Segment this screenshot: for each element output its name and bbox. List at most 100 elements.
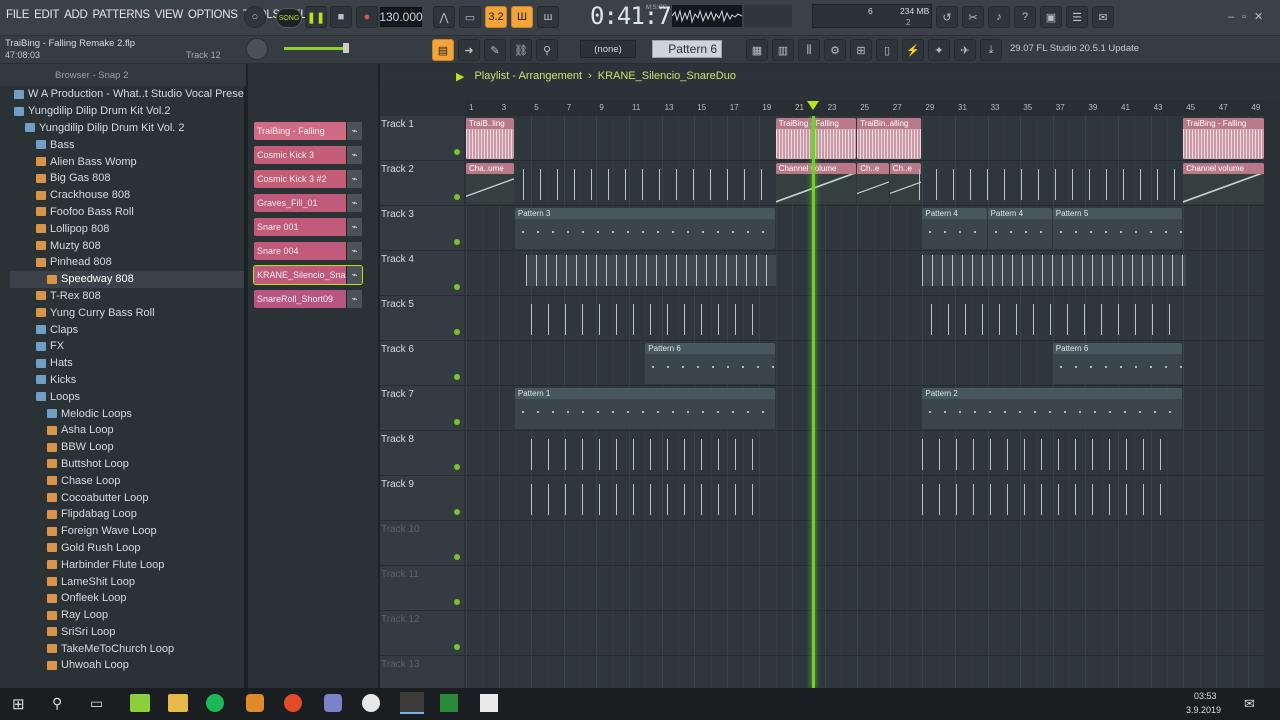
playlist-clip[interactable]: TraiB..ling [466,118,514,159]
undo-icon[interactable]: ↺ [936,6,958,28]
browser-file[interactable]: T-Rex 808 [10,288,244,305]
browser-file[interactable]: Cocoabutter Loop [10,489,244,506]
playlist-clip[interactable]: TraiBing - Falling [775,118,857,159]
file-explorer-icon[interactable] [168,694,188,712]
browser-file[interactable]: SriSri Loop [10,624,244,641]
drum-hits[interactable] [531,439,760,470]
metronome-icon[interactable]: ⋀ [433,6,455,28]
browser-file[interactable]: Foreign Wave Loop [10,523,244,540]
channel-item[interactable]: Snare 001 ⌁ [254,218,362,236]
track-header[interactable]: Track 4 [380,251,464,296]
window-controls[interactable]: –▫✕ [1228,10,1271,23]
download-icon[interactable]: ⤓ [980,39,1002,61]
waveform-icon[interactable]: ⌁ [346,218,362,236]
browser-file[interactable]: Ray Loop [10,607,244,624]
playlist-clip[interactable]: Channel volume [1183,163,1264,204]
fl-studio-task-icon[interactable] [400,692,424,714]
playhead-marker-icon[interactable] [806,101,819,110]
playlist-clip[interactable]: Pattern 6 [645,343,775,384]
drum-hits[interactable] [919,169,1184,200]
track-mute-led[interactable] [454,329,460,335]
track-header[interactable]: Track 9 [380,476,464,521]
channel-rack-icon[interactable]: ▥ [772,39,794,61]
waveform-icon[interactable]: ⌁ [346,194,362,212]
drum-hits[interactable] [531,304,768,335]
help-icon[interactable]: ? [1014,6,1036,28]
track-header[interactable]: Track 12 [380,611,464,656]
app-icon[interactable] [130,694,150,712]
track-mute-led[interactable] [454,239,460,245]
browser-folder[interactable]: Yungdilip Dilip Drum Kit Vol.2 [10,103,244,120]
camtasia-icon[interactable] [440,694,458,712]
recorder-icon[interactable] [480,694,498,712]
save-icon[interactable]: ▣ [1040,6,1062,28]
snap-selector[interactable]: (none) [580,40,636,58]
browser-file[interactable]: Pinhead 808 [10,254,244,271]
playlist-clip[interactable]: Pattern 6 [1052,343,1183,384]
menu-add[interactable]: ADD [64,9,88,21]
browser-file[interactable]: Gold Rush Loop [10,540,244,557]
track-header[interactable]: Track 5 [380,296,464,341]
mixer-window-icon[interactable]: ⫼ [798,39,820,61]
track-header[interactable]: Track 6 [380,341,464,386]
tutorial-icon[interactable]: ✈ [954,39,976,61]
browser-folder[interactable]: Yungdilip Dilip Drum Kit Vol. 2 [10,120,244,137]
play-icon[interactable]: ▶ [456,70,464,83]
chat-icon[interactable]: ✉ [1092,6,1114,28]
drum-hits[interactable] [531,484,760,515]
link-icon[interactable]: ⛓ [510,39,532,61]
browser-file[interactable]: Big Gas 808 [10,170,244,187]
notification-icon[interactable]: ✉ [1244,696,1255,712]
drum-hits[interactable] [922,484,1176,515]
drum-hits[interactable] [523,169,773,200]
loop-record-icon[interactable]: ш [537,6,559,28]
track-mute-led[interactable] [454,599,460,605]
browser-icon[interactable]: ⊞ [850,39,872,61]
playhead[interactable] [811,116,815,688]
slider-handle[interactable] [343,43,349,53]
waveform-icon[interactable]: ⌁ [346,266,362,284]
channel-item[interactable]: Snare 004 ⌁ [254,242,362,260]
task-view-icon[interactable]: ▭ [90,695,103,712]
tempo-display[interactable]: 130.000 [379,7,423,27]
track-mute-led[interactable] [454,284,460,290]
master-volume-knob[interactable] [246,38,268,60]
search-icon[interactable]: ⚲ [52,695,62,712]
browser-file[interactable]: Muzty 808 [10,237,244,254]
master-pitch-slider[interactable] [284,47,344,50]
playlist-clip[interactable]: Pattern 4 [922,208,987,249]
record-button[interactable]: ● [356,6,378,28]
menu-options[interactable]: OPTIONS [188,9,238,21]
file-icon[interactable]: ▯ [876,39,898,61]
pattern-selector[interactable]: Pattern 6 [652,40,722,58]
playlist-clip[interactable]: Pattern 1 [514,388,775,429]
menu-patterns[interactable]: PATTERNS [92,9,150,21]
browser-file[interactable]: Asha Loop [10,422,244,439]
browser-folder[interactable]: Hats [10,355,244,372]
playlist-icon[interactable]: ▤ [432,39,454,61]
playlist-clip[interactable]: Ch..e [889,163,922,204]
playlist-clip[interactable]: TraiBing - Falling [1183,118,1264,159]
plugin-icon[interactable]: ⚙ [824,39,846,61]
update-notice[interactable]: 29.07 FL Studio 20.5.1 Update [1010,43,1139,54]
browser-folder[interactable]: Claps [10,321,244,338]
spotify-icon[interactable] [206,694,224,712]
menu-file[interactable]: FILE [6,9,29,21]
waveform-icon[interactable]: ⌁ [346,170,362,188]
waveform-icon[interactable]: ⌁ [346,290,362,308]
wait-for-input-icon[interactable]: ▭ [459,6,481,28]
track-mute-led[interactable] [454,644,460,650]
waveform-icon[interactable]: ⌁ [346,122,362,140]
playlist-clip[interactable]: Pattern 3 [514,208,775,249]
track-header[interactable]: Track 11 [380,566,464,611]
pattern-song-toggle[interactable]: SONG [276,8,302,28]
track-mute-led[interactable] [454,509,460,515]
browser-file[interactable]: Crackhouse 808 [10,187,244,204]
menu-edit[interactable]: EDIT [34,9,59,21]
browser-file[interactable]: LameShit Loop [10,573,244,590]
waveform-icon[interactable]: ⌁ [346,146,362,164]
playlist-clip[interactable]: TraiBin..alling [857,118,922,159]
channel-item[interactable]: SnareRoll_Short09 ⌁ [254,290,362,308]
fl-icon[interactable] [246,694,264,712]
playlist-clip[interactable]: Pattern 5 [1052,208,1183,249]
